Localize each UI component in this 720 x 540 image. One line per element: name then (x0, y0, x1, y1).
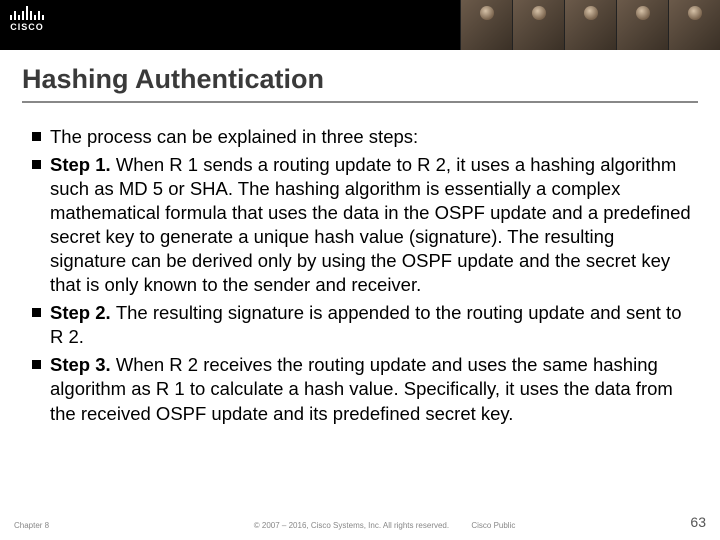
header-photo-strip (460, 0, 720, 50)
bullet-text: The process can be explained in three st… (50, 125, 418, 149)
bullet-item: The process can be explained in three st… (32, 125, 694, 149)
bullet-item: Step 2. The resulting signature is appen… (32, 301, 694, 349)
bullet-item: Step 3. When R 2 receives the routing up… (32, 353, 694, 425)
content-area: The process can be explained in three st… (32, 125, 694, 426)
bullet-text: Step 3. When R 2 receives the routing up… (50, 353, 694, 425)
top-bar: CISCO (0, 0, 720, 50)
bullet-icon (32, 160, 41, 169)
slide-title: Hashing Authentication (22, 64, 720, 95)
slide: CISCO Hashing Authentication The process… (0, 0, 720, 540)
photo-segment (460, 0, 512, 50)
footer-center: © 2007 – 2016, Cisco Systems, Inc. All r… (49, 521, 720, 530)
footer: Chapter 8 © 2007 – 2016, Cisco Systems, … (0, 521, 720, 530)
bullet-text: Step 2. The resulting signature is appen… (50, 301, 694, 349)
page-number: 63 (690, 514, 706, 530)
footer-public: Cisco Public (471, 521, 515, 530)
photo-segment (564, 0, 616, 50)
photo-segment (668, 0, 720, 50)
bullet-icon (32, 360, 41, 369)
bullet-text: Step 1. When R 1 sends a routing update … (50, 153, 694, 297)
footer-copyright: © 2007 – 2016, Cisco Systems, Inc. All r… (254, 521, 449, 530)
footer-chapter: Chapter 8 (14, 521, 49, 530)
photo-segment (512, 0, 564, 50)
bullet-icon (32, 308, 41, 317)
bullet-item: Step 1. When R 1 sends a routing update … (32, 153, 694, 297)
photo-segment (616, 0, 668, 50)
cisco-logo: CISCO (10, 6, 44, 32)
logo-text: CISCO (10, 22, 44, 32)
bullet-icon (32, 132, 41, 141)
logo-bars-icon (10, 6, 44, 20)
title-underline (22, 101, 698, 103)
